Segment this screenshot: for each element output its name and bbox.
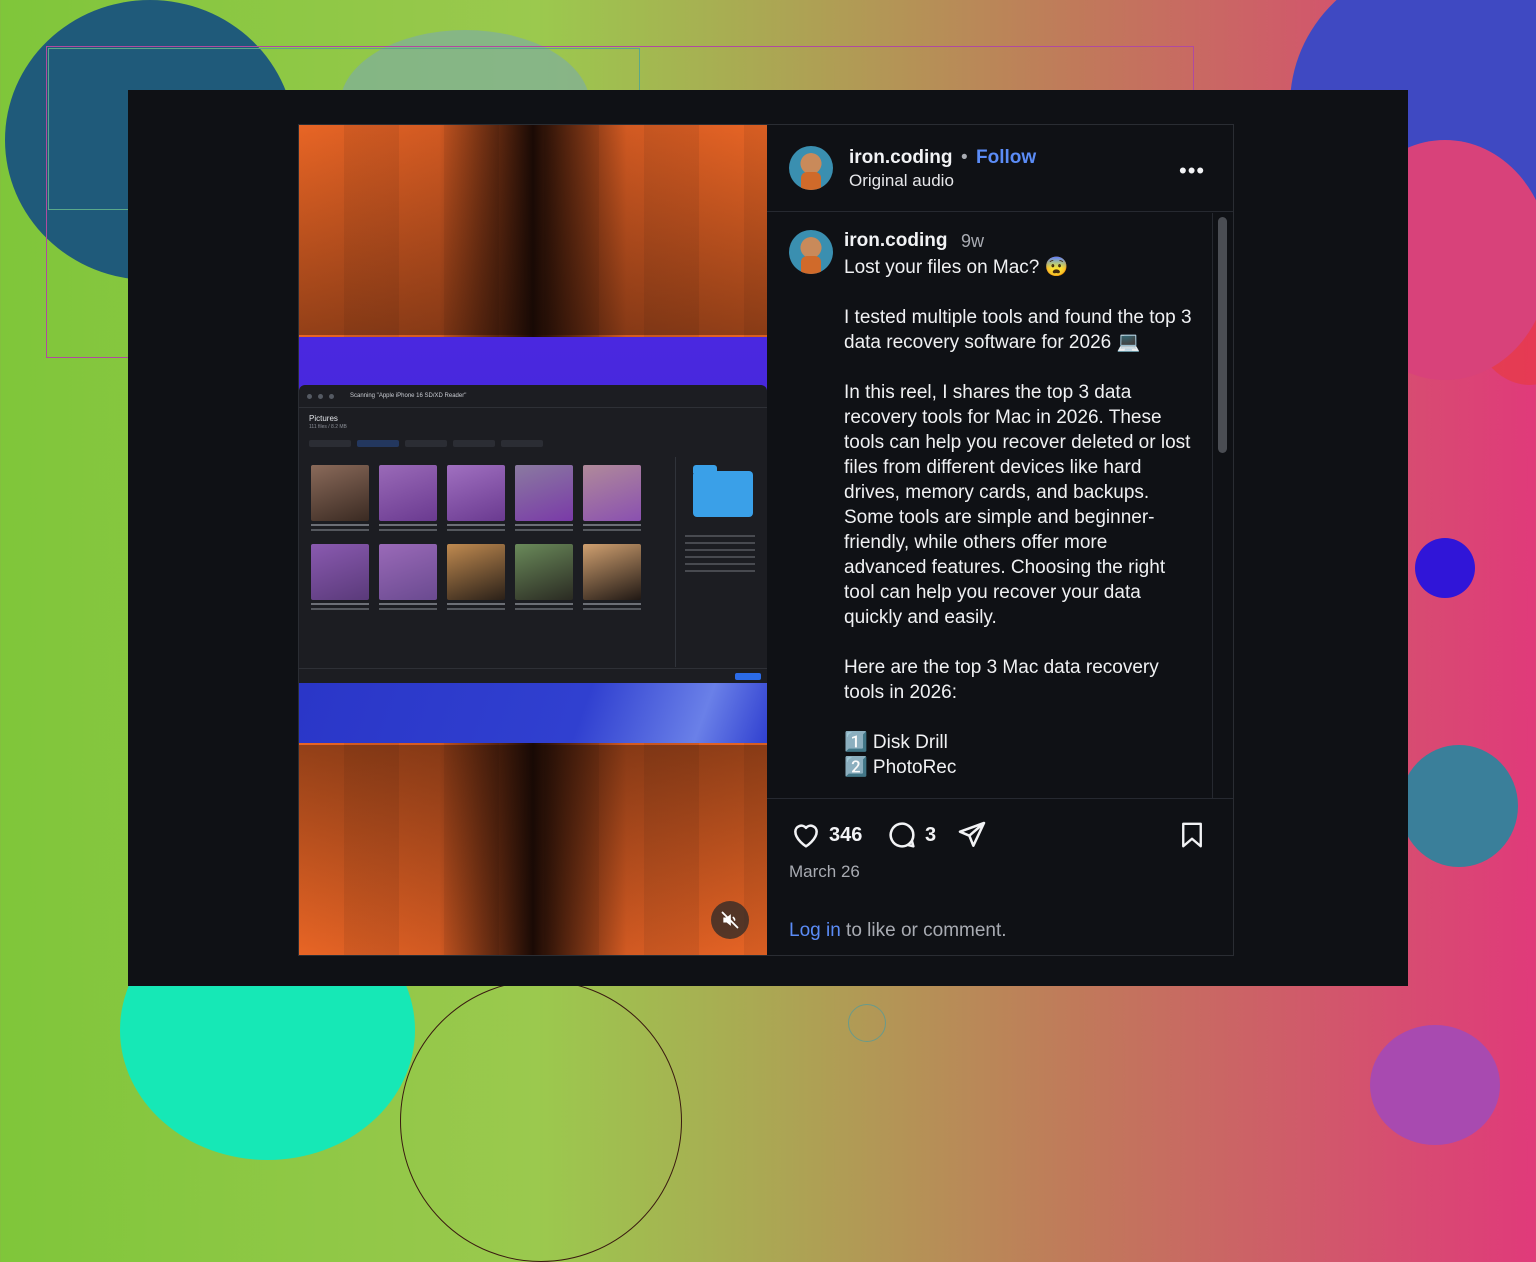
background-ring	[400, 980, 682, 1262]
video-screenshot: Scanning "Apple iPhone 16 SD/XD Reader" …	[299, 337, 767, 743]
caption-scrollbar[interactable]	[1212, 213, 1233, 799]
filter-chip	[357, 440, 399, 447]
app-title: Scanning "Apple iPhone 16 SD/XD Reader"	[350, 393, 467, 399]
thumbnail-grid	[311, 465, 657, 613]
photo-thumb	[515, 465, 573, 534]
caption-username[interactable]: iron.coding	[844, 230, 947, 252]
post-date[interactable]: March 26	[789, 862, 860, 882]
action-bar: 346 3 March 26 Log in to like or comment…	[767, 798, 1233, 957]
recover-button	[735, 673, 761, 680]
avatar[interactable]	[789, 230, 833, 274]
login-prompt-text: to like or comment.	[840, 920, 1007, 941]
follow-button[interactable]: Follow	[976, 147, 1036, 169]
video-gradient	[299, 125, 767, 335]
photo-thumb	[379, 465, 437, 534]
caption-timestamp[interactable]: 9w	[961, 231, 984, 252]
photo-thumb	[447, 544, 505, 613]
share-button[interactable]	[955, 819, 989, 851]
save-button[interactable]	[1177, 819, 1207, 851]
more-options-icon[interactable]: •••	[1179, 158, 1205, 184]
username-link[interactable]: iron.coding	[849, 147, 952, 169]
filter-chip	[405, 440, 447, 447]
filter-bar	[309, 440, 767, 447]
like-count: 346	[829, 823, 863, 846]
speaker-muted-icon	[721, 911, 739, 929]
recovery-app-window: Scanning "Apple iPhone 16 SD/XD Reader" …	[299, 385, 767, 683]
filter-chip	[309, 440, 351, 447]
photo-thumb	[311, 544, 369, 613]
app-status-bar	[299, 668, 767, 683]
bookmark-icon	[1182, 822, 1202, 848]
comment-icon	[889, 822, 915, 848]
post-sidebar: iron.coding • Follow Original audio ••• …	[767, 125, 1233, 955]
avatar[interactable]	[789, 146, 833, 190]
background-ring	[848, 1004, 886, 1042]
toolbar-dot	[307, 393, 312, 399]
toolbar-dot	[318, 393, 323, 399]
photo-thumb	[379, 544, 437, 613]
folder-heading: Pictures	[309, 414, 338, 423]
reel-video[interactable]: Scanning "Apple iPhone 16 SD/XD Reader" …	[299, 125, 767, 955]
photo-thumb	[583, 465, 641, 534]
post-modal: Scanning "Apple iPhone 16 SD/XD Reader" …	[128, 90, 1408, 986]
background-blob	[1415, 538, 1475, 598]
share-icon	[958, 821, 986, 847]
caption-scroll-area[interactable]: iron.coding 9w Lost your files on Mac? 😨…	[767, 212, 1233, 798]
photo-thumb	[311, 465, 369, 534]
like-button[interactable]: 346	[789, 819, 862, 851]
folder-subtitle: 111 files / 8.2 MB	[309, 424, 347, 430]
filter-chip	[453, 440, 495, 447]
background-blob	[1370, 1025, 1500, 1145]
comment-count: 3	[925, 823, 937, 846]
panel-divider	[675, 457, 676, 667]
photo-thumb	[583, 544, 641, 613]
separator-dot: •	[961, 147, 968, 168]
audio-link[interactable]: Original audio	[849, 171, 954, 191]
photo-thumb	[515, 544, 573, 613]
post-header: iron.coding • Follow Original audio •••	[767, 125, 1233, 212]
caption-text: Lost your files on Mac? 😨 I tested multi…	[844, 257, 1192, 778]
heart-icon	[794, 824, 818, 848]
post-card: Scanning "Apple iPhone 16 SD/XD Reader" …	[298, 124, 1234, 956]
photo-thumb	[447, 465, 505, 534]
info-panel	[685, 535, 755, 575]
mute-button[interactable]	[711, 901, 749, 939]
app-toolbar: Scanning "Apple iPhone 16 SD/XD Reader"	[299, 385, 767, 408]
comment-button[interactable]: 3	[885, 819, 936, 851]
background-blob	[1400, 745, 1518, 867]
desktop-wallpaper	[299, 683, 767, 743]
filter-chip	[501, 440, 543, 447]
toolbar-dot	[329, 393, 334, 399]
login-link[interactable]: Log in	[789, 920, 841, 941]
login-prompt: Log in to like or comment.	[789, 920, 1007, 942]
folder-icon	[693, 465, 753, 517]
scrollbar-thumb[interactable]	[1218, 217, 1227, 453]
video-gradient	[299, 745, 767, 955]
